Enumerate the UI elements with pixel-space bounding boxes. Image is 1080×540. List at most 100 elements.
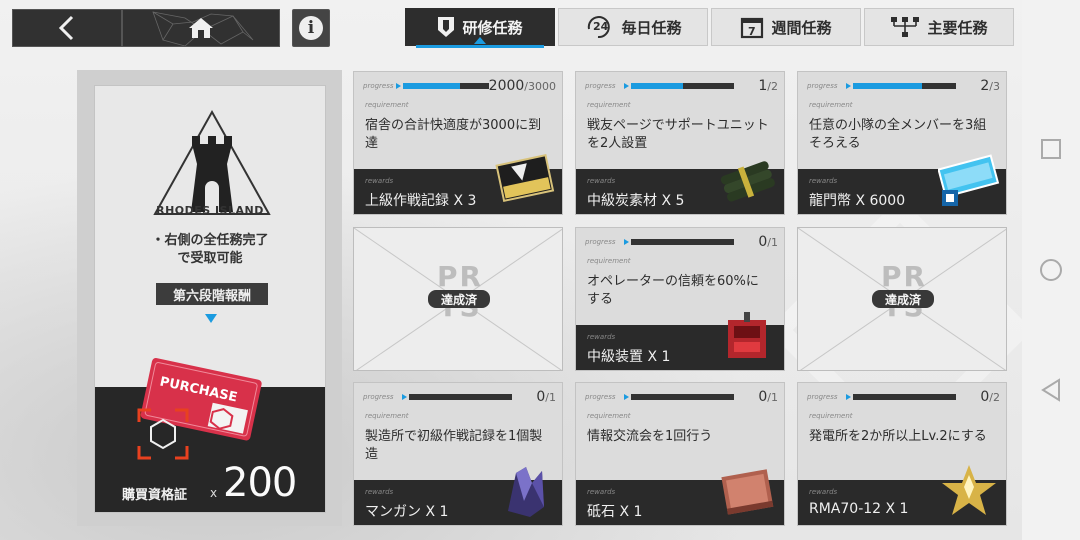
progress-label: progress: [363, 82, 394, 90]
progress-count: 0/1: [734, 234, 778, 250]
rewards-label: rewards: [809, 488, 838, 496]
progress-bar: [402, 83, 489, 89]
condition-line: ・右側の全任務完了: [151, 233, 269, 248]
progress-total: /1: [767, 236, 778, 249]
tab-label: 主要任務: [927, 18, 988, 37]
manganese-icon: [508, 467, 544, 517]
progress-count: 0/2: [956, 389, 1000, 405]
tab-label: 週間任務: [771, 18, 832, 37]
progress-label: progress: [807, 393, 838, 401]
rewards-label: rewards: [809, 177, 838, 185]
requirement-label: requirement: [587, 101, 631, 109]
stage-reward-panel: RHODES ISLAND ・右側の全任務完了 で受取可能 第六段階報酬 PUR…: [77, 70, 342, 526]
active-tab-caret: [474, 37, 486, 44]
chevron-left-icon: [58, 15, 74, 41]
progress-current: 0: [536, 389, 546, 405]
progress-arrow-icon: [846, 83, 851, 89]
mission-card[interactable]: progress 1/2 requirement 戦友ページでサポートユニットを2人設…: [575, 71, 785, 215]
home-nav-button[interactable]: [1040, 259, 1062, 281]
svg-text:7: 7: [748, 25, 756, 38]
reward-text: 龍門幣 X 6000: [809, 193, 906, 209]
mission-card-completed[interactable]: PR TS達成済: [797, 227, 1007, 371]
progress-bar-fill: [853, 83, 922, 89]
mission-card[interactable]: progress 0/1 requirement 情報交流会を1回行う rewards 砥…: [575, 382, 785, 526]
requirement-text: 宿舎の合計快適度が3000に到達: [365, 118, 542, 151]
info-icon: i: [299, 16, 323, 40]
progress-arrow-icon: [395, 83, 401, 89]
requirement-label: requirement: [365, 101, 409, 109]
android-nav-bar: [1022, 0, 1080, 540]
progress-row: progress 0/1: [363, 389, 556, 405]
progress-row: progress 0/1: [585, 234, 778, 250]
tab-daily[interactable]: 24 毎日任務: [558, 8, 708, 46]
reward-text: 中級炭素材 X 5: [587, 193, 685, 209]
progress-current: 2000: [488, 78, 525, 94]
progress-count: 1/2: [734, 78, 778, 94]
progress-count: 2/3: [956, 78, 1000, 94]
requirement-text: 戦友ページでサポートユニットを2人設置: [587, 118, 769, 151]
tab-weekly[interactable]: 7 週間任務: [711, 8, 861, 46]
progress-current: 1: [758, 78, 768, 94]
badge-icon: [438, 17, 455, 37]
rewards-label: rewards: [587, 333, 616, 341]
home-button[interactable]: [122, 9, 280, 47]
requirement-label: requirement: [809, 101, 853, 109]
grindstone-icon: [721, 469, 774, 515]
rewards-label: rewards: [587, 177, 616, 185]
requirement-label: requirement: [587, 412, 631, 420]
progress-arrow-icon: [402, 394, 407, 400]
stage-reward-name: 購買資格証: [122, 488, 188, 503]
mission-card-completed[interactable]: PR TS達成済: [353, 227, 563, 371]
down-arrow-icon: [205, 314, 217, 323]
progress-current: 0: [758, 234, 768, 250]
24h-icon: 24: [588, 16, 611, 39]
progress-arrow-icon: [624, 394, 629, 400]
progress-bar: [631, 394, 734, 400]
completed-badge: 達成済: [872, 290, 934, 308]
rewards-label: rewards: [587, 488, 616, 496]
progress-row: progress 2000/3000: [363, 78, 556, 94]
mission-card[interactable]: progress 0/1 requirement オペレーターの信頼を60%にする re…: [575, 227, 785, 371]
progress-row: progress 0/1: [585, 389, 778, 405]
progress-label: progress: [585, 238, 616, 246]
item-focus-icon: [137, 408, 189, 460]
progress-bar-fill: [631, 83, 683, 89]
tab-label: 毎日任務: [621, 18, 682, 37]
back-button[interactable]: [12, 9, 122, 47]
requirement-label: requirement: [365, 412, 409, 420]
requirement-text: 製造所で初級作戦記録を1個製造: [365, 429, 543, 462]
requirement-text: 発電所を2か所以上Lv.2にする: [809, 429, 987, 444]
progress-current: 0: [758, 389, 768, 405]
reward-text: 中級装置 X 1: [587, 349, 671, 365]
carbon-bundle-icon: [720, 161, 775, 202]
mission-card[interactable]: progress 2000/3000 requirement 宿舎の合計快適度が300…: [353, 71, 563, 215]
progress-count: 0/1: [512, 389, 556, 405]
back-nav-button[interactable]: [1041, 378, 1061, 402]
rma-crystal-icon: [942, 465, 996, 515]
stage-reward-count: 200: [223, 460, 297, 506]
progress-arrow-icon: [846, 394, 851, 400]
progress-bar: [631, 239, 734, 245]
progress-row: progress 2/3: [807, 78, 1000, 94]
progress-total: /3: [989, 80, 1000, 93]
progress-bar: [853, 83, 956, 89]
progress-label: progress: [585, 393, 616, 401]
completed-badge: 達成済: [428, 290, 490, 308]
mission-tabs: 研修任務 24 毎日任務 7 週間任務 主要任務: [405, 8, 1014, 48]
progress-row: progress 0/2: [807, 389, 1000, 405]
reward-text: RMA70-12 X 1: [809, 501, 909, 517]
stage-label: 第六段階報酬: [156, 283, 268, 305]
recent-apps-button[interactable]: [1041, 139, 1061, 159]
info-button[interactable]: i: [292, 9, 330, 47]
tab-training[interactable]: 研修任務: [405, 8, 555, 48]
mission-card[interactable]: progress 0/2 requirement 発電所を2か所以上Lv.2にする re…: [797, 382, 1007, 526]
stage-reward-multiplier: x: [210, 486, 218, 500]
progress-bar: [409, 394, 512, 400]
progress-bar: [631, 83, 734, 89]
mission-card[interactable]: progress 0/1 requirement 製造所で初級作戦記録を1個製造 rew…: [353, 382, 563, 526]
unlock-condition: ・右側の全任務完了 で受取可能: [95, 232, 325, 268]
mission-card[interactable]: progress 2/3 requirement 任意の小隊の全メンバーを3組そろえる…: [797, 71, 1007, 215]
progress-label: progress: [807, 82, 838, 90]
tab-main[interactable]: 主要任務: [864, 8, 1014, 46]
rewards-label: rewards: [365, 177, 394, 185]
